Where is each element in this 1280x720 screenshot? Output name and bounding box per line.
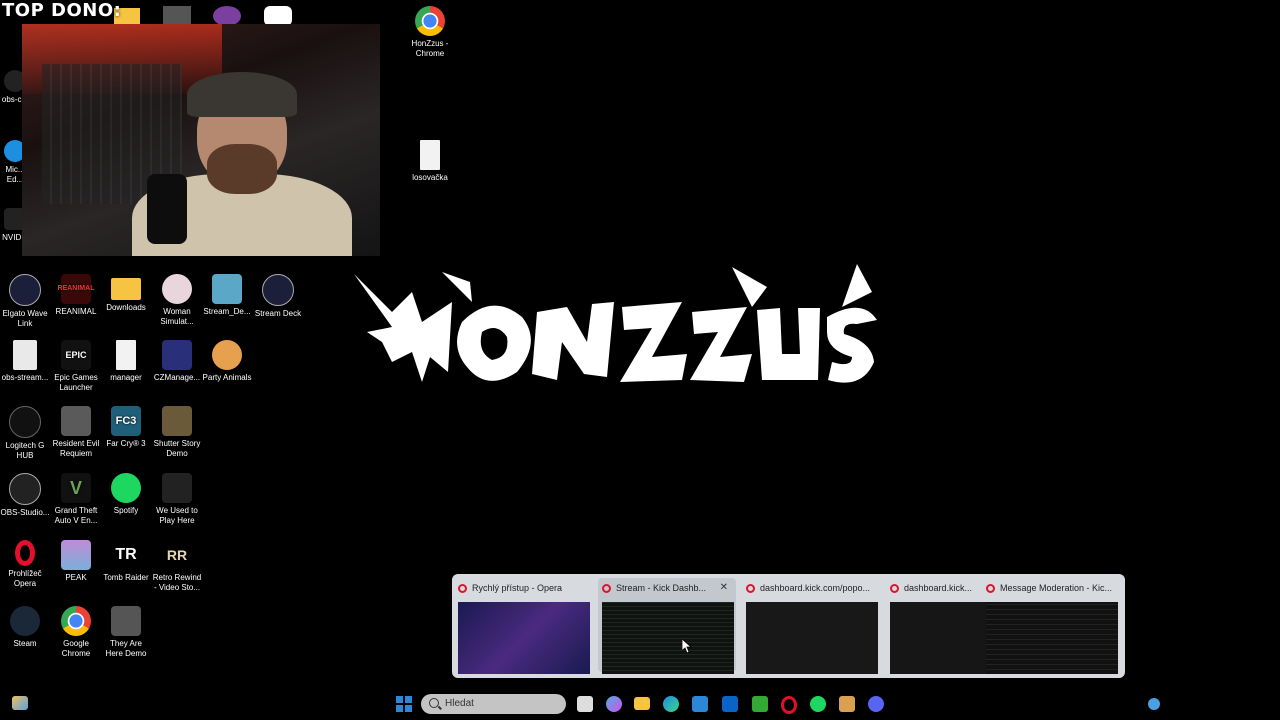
close-icon[interactable]: ✕: [720, 581, 728, 595]
file-icon: [116, 340, 136, 370]
opera-taskbar-icon[interactable]: [781, 696, 797, 714]
desktop-icon-resident-evil[interactable]: Resident Evil Requiem: [51, 406, 101, 459]
desktop-icon-elgato-wave-link[interactable]: Elgato Wave Link: [0, 274, 50, 329]
logitech-icon: [9, 406, 41, 438]
elgato-wave-icon: [9, 274, 41, 306]
retro-rewind-icon: RR: [162, 540, 192, 570]
start-button[interactable]: [396, 696, 412, 712]
chrome-icon: [415, 6, 445, 36]
discord-icon[interactable]: [868, 696, 884, 712]
spotify-taskbar-icon[interactable]: [810, 696, 826, 712]
desktop-icon-steam[interactable]: Steam: [0, 606, 50, 649]
desktop-icon-czmanager[interactable]: CZManage...: [152, 340, 202, 383]
search-icon: [429, 698, 439, 708]
desktop-icon-stream-deck[interactable]: Stream Deck: [253, 274, 303, 319]
shutter-story-icon: [162, 406, 192, 436]
desktop-icon-woman-simulator[interactable]: Woman Simulat...: [152, 274, 202, 327]
app-fox-icon[interactable]: [839, 696, 855, 712]
folder-icon: [111, 278, 141, 300]
desktop-icon-spotify[interactable]: Spotify: [101, 473, 151, 516]
window-thumbnail-message-moderation[interactable]: Message Moderation - Kic...: [982, 578, 1120, 674]
peak-icon: [61, 540, 91, 570]
far-cry-icon: FC3: [111, 406, 141, 436]
store-icon[interactable]: [692, 696, 708, 712]
window-preview: [986, 602, 1118, 674]
podcast-icon: [213, 6, 241, 26]
edge-icon[interactable]: [663, 696, 679, 712]
opera-icon: [458, 583, 467, 593]
steam-icon: [10, 606, 40, 636]
we-used-to-play-icon: [162, 473, 192, 503]
resident-evil-icon: [61, 406, 91, 436]
woman-simulator-icon: [162, 274, 192, 304]
stream-deck-icon: [262, 274, 294, 306]
window-thumbnail-opera[interactable]: Rychlý přístup - Opera: [454, 578, 592, 674]
desktop-icon-opera[interactable]: Prohlížeč Opera: [0, 540, 50, 589]
desktop-icon-epic-games[interactable]: EPIC Epic Games Launcher: [51, 340, 101, 393]
outlook-icon[interactable]: [722, 696, 738, 712]
opera-icon: [15, 540, 35, 566]
top-dono-overlay: TOP DONO:: [2, 0, 122, 21]
window-preview: [746, 602, 878, 674]
chrome-icon: [61, 606, 91, 636]
capcut-icon: [264, 6, 292, 26]
desktop-icon-reanimal[interactable]: REANIMAL REANIMAL: [51, 274, 101, 317]
file-explorer-icon[interactable]: [634, 697, 650, 710]
widgets-icon[interactable]: [12, 696, 28, 710]
desktop-icon-tomb-raider[interactable]: TR Tomb Raider: [101, 540, 151, 583]
party-animals-icon: [212, 340, 242, 370]
file-icon: [420, 140, 440, 170]
tray-onedrive-icon[interactable]: [1148, 698, 1160, 710]
reanimal-icon: REANIMAL: [58, 274, 94, 304]
desktop-icon-manager[interactable]: manager: [101, 340, 151, 383]
spotify-icon: [111, 473, 141, 503]
desktop-icon-we-used-to-play-here[interactable]: We Used to Play Here: [152, 473, 202, 526]
stream-de-icon: [212, 274, 242, 304]
gta-icon: V: [61, 473, 91, 503]
desktop-icon-downloads[interactable]: Downloads: [101, 274, 151, 313]
desktop-icon-peak[interactable]: PEAK: [51, 540, 101, 583]
opera-icon: [890, 583, 899, 593]
obs-stream-icon: [13, 340, 37, 370]
desktop-icon-gta-v[interactable]: V Grand Theft Auto V En...: [51, 473, 101, 526]
desktop-icon-they-are-here[interactable]: They Are Here Demo: [101, 606, 151, 659]
task-view-icon[interactable]: [577, 696, 593, 712]
desktop-icon-honzzus-chrome[interactable]: HonZzus - Chrome: [405, 6, 455, 59]
opera-icon: [602, 583, 611, 593]
opera-icon: [986, 583, 995, 593]
desktop-icon-stream-de[interactable]: Stream_De...: [202, 274, 252, 317]
desktop-icon-losovacka[interactable]: losovačka: [405, 140, 455, 183]
desktop-icon-logitech-g-hub[interactable]: Logitech G HUB: [0, 406, 50, 461]
obs-studio-icon: [9, 473, 41, 505]
app-icon: [163, 6, 191, 26]
czmanager-icon: [162, 340, 192, 370]
desktop-icon-obs-studio[interactable]: OBS-Studio...: [0, 473, 50, 518]
desktop-icon-retro-rewind[interactable]: RR Retro Rewind - Video Sto...: [152, 540, 202, 593]
webcam-overlay: [22, 24, 380, 256]
window-preview: [458, 602, 590, 674]
desktop-icon-shutter-story[interactable]: Shutter Story Demo: [152, 406, 202, 459]
they-are-here-icon: [111, 606, 141, 636]
copilot-icon[interactable]: [606, 696, 622, 712]
mouse-cursor-icon: [682, 639, 692, 653]
window-thumbnail-dashboard-popo[interactable]: dashboard.kick.com/popo...: [742, 578, 880, 674]
epic-games-icon: EPIC: [61, 340, 91, 370]
desktop-icon-far-cry-3[interactable]: FC3 Far Cry® 3: [101, 406, 151, 449]
desktop-icon-google-chrome[interactable]: Google Chrome: [51, 606, 101, 659]
taskbar-search[interactable]: Hledat: [421, 694, 566, 714]
desktop-icon-obs-stream[interactable]: obs-stream...: [0, 340, 50, 383]
taskbar-thumbnail-popup: Rychlý přístup - Opera Stream - Kick Das…: [452, 574, 1125, 678]
honzzus-logo: [354, 264, 877, 383]
window-preview: [602, 602, 734, 674]
window-thumbnail-stream-kick[interactable]: Stream - Kick Dashb... ✕: [598, 578, 736, 674]
app-b-icon[interactable]: [752, 696, 768, 712]
opera-icon: [746, 583, 755, 593]
tomb-raider-icon: TR: [111, 540, 141, 570]
desktop-icon-party-animals[interactable]: Party Animals: [202, 340, 252, 383]
